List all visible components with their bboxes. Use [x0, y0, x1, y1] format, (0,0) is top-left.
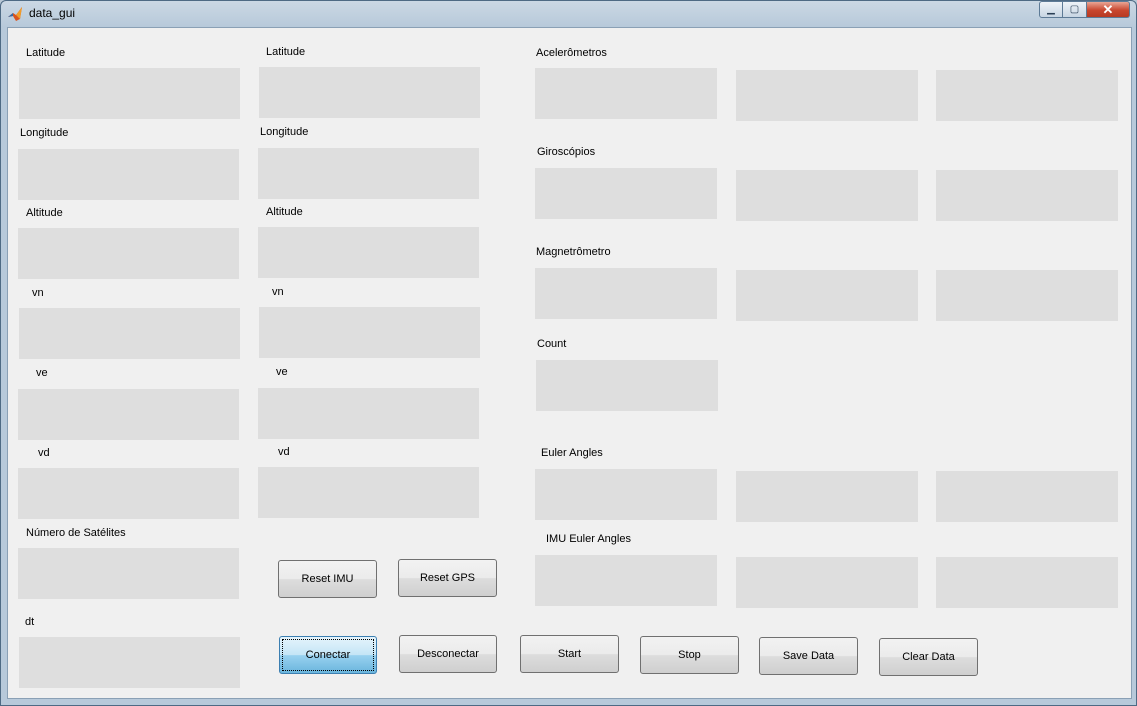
- satellites-field: [18, 548, 239, 599]
- title-bar: data_gui ▁ ▢ ✕: [0, 0, 1137, 27]
- gps2-ve-field: [258, 388, 479, 439]
- accelerometer-x-field: [535, 68, 717, 119]
- reset-imu-button[interactable]: Reset IMU: [278, 560, 377, 598]
- imu-euler-pitch-field: [736, 557, 918, 608]
- gps2-vd-label: vd: [278, 446, 290, 458]
- gyroscope-x-field: [535, 168, 717, 219]
- gps1-longitude-label: Longitude: [20, 127, 69, 139]
- start-button[interactable]: Start: [520, 635, 619, 673]
- gyroscope-y-field: [736, 170, 918, 221]
- gps2-vn-field: [259, 307, 480, 358]
- stop-button[interactable]: Stop: [640, 636, 739, 674]
- minimize-button[interactable]: ▁: [1039, 1, 1063, 18]
- gps1-ve-field: [18, 389, 239, 440]
- matlab-icon: [7, 6, 23, 22]
- euler-roll-field: [535, 469, 717, 520]
- accelerometers-label: Acelerômetros: [536, 47, 607, 59]
- magnetometer-label: Magnetrômetro: [536, 246, 611, 258]
- gps2-vn-label: vn: [272, 286, 284, 298]
- gps1-altitude-label: Altitude: [26, 207, 63, 219]
- gps2-latitude-label: Latitude: [266, 46, 306, 58]
- magnetometer-x-field: [535, 268, 717, 319]
- euler-pitch-field: [736, 471, 918, 522]
- euler-angles-label: Euler Angles: [541, 447, 603, 459]
- accelerometer-z-field: [936, 70, 1118, 121]
- save-data-button[interactable]: Save Data: [759, 637, 858, 675]
- minimize-icon: ▁: [1047, 4, 1055, 15]
- count-field: [536, 360, 718, 411]
- reset-gps-button[interactable]: Reset GPS: [398, 559, 497, 597]
- satellites-label: Número de Satélites: [26, 527, 126, 539]
- imu-euler-angles-label: IMU Euler Angles: [546, 533, 631, 545]
- disconnect-button[interactable]: Desconectar: [399, 635, 497, 673]
- gps1-ve-label: ve: [36, 367, 48, 379]
- magnetometer-z-field: [936, 270, 1118, 321]
- connect-button[interactable]: Conectar: [279, 636, 377, 674]
- maximize-button[interactable]: ▢: [1063, 1, 1087, 18]
- gyroscope-z-field: [936, 170, 1118, 221]
- close-icon: ✕: [1102, 1, 1114, 17]
- gps1-longitude-field: [18, 149, 239, 200]
- gps2-altitude-label: Altitude: [266, 206, 303, 218]
- gps2-ve-label: ve: [276, 366, 288, 378]
- gps1-altitude-field: [18, 228, 239, 279]
- gps2-altitude-field: [258, 227, 479, 278]
- count-label: Count: [537, 338, 567, 350]
- gps2-longitude-label: Longitude: [260, 126, 309, 138]
- gps2-longitude-field: [258, 148, 479, 199]
- gps1-vd-label: vd: [38, 447, 50, 459]
- imu-euler-roll-field: [535, 555, 717, 606]
- magnetometer-y-field: [736, 270, 918, 321]
- gps1-latitude-field: [19, 68, 240, 119]
- dt-label: dt: [25, 616, 35, 628]
- gps2-latitude-field: [259, 67, 480, 118]
- gyroscopes-label: Giroscópios: [537, 146, 596, 158]
- gps1-vn-label: vn: [32, 287, 44, 299]
- dt-field: [19, 637, 240, 688]
- gps2-vd-field: [258, 467, 479, 518]
- window-title: data_gui: [29, 6, 76, 20]
- imu-euler-yaw-field: [936, 557, 1118, 608]
- gps1-vn-field: [19, 308, 240, 359]
- maximize-icon: ▢: [1069, 4, 1080, 15]
- gps1-latitude-label: Latitude: [26, 47, 66, 59]
- close-button[interactable]: ✕: [1087, 1, 1130, 18]
- client-area: Latitude Longitude Altitude vn ve vd Núm…: [7, 27, 1132, 699]
- accelerometer-y-field: [736, 70, 918, 121]
- gps1-vd-field: [18, 468, 239, 519]
- euler-yaw-field: [936, 471, 1118, 522]
- clear-data-button[interactable]: Clear Data: [879, 638, 978, 676]
